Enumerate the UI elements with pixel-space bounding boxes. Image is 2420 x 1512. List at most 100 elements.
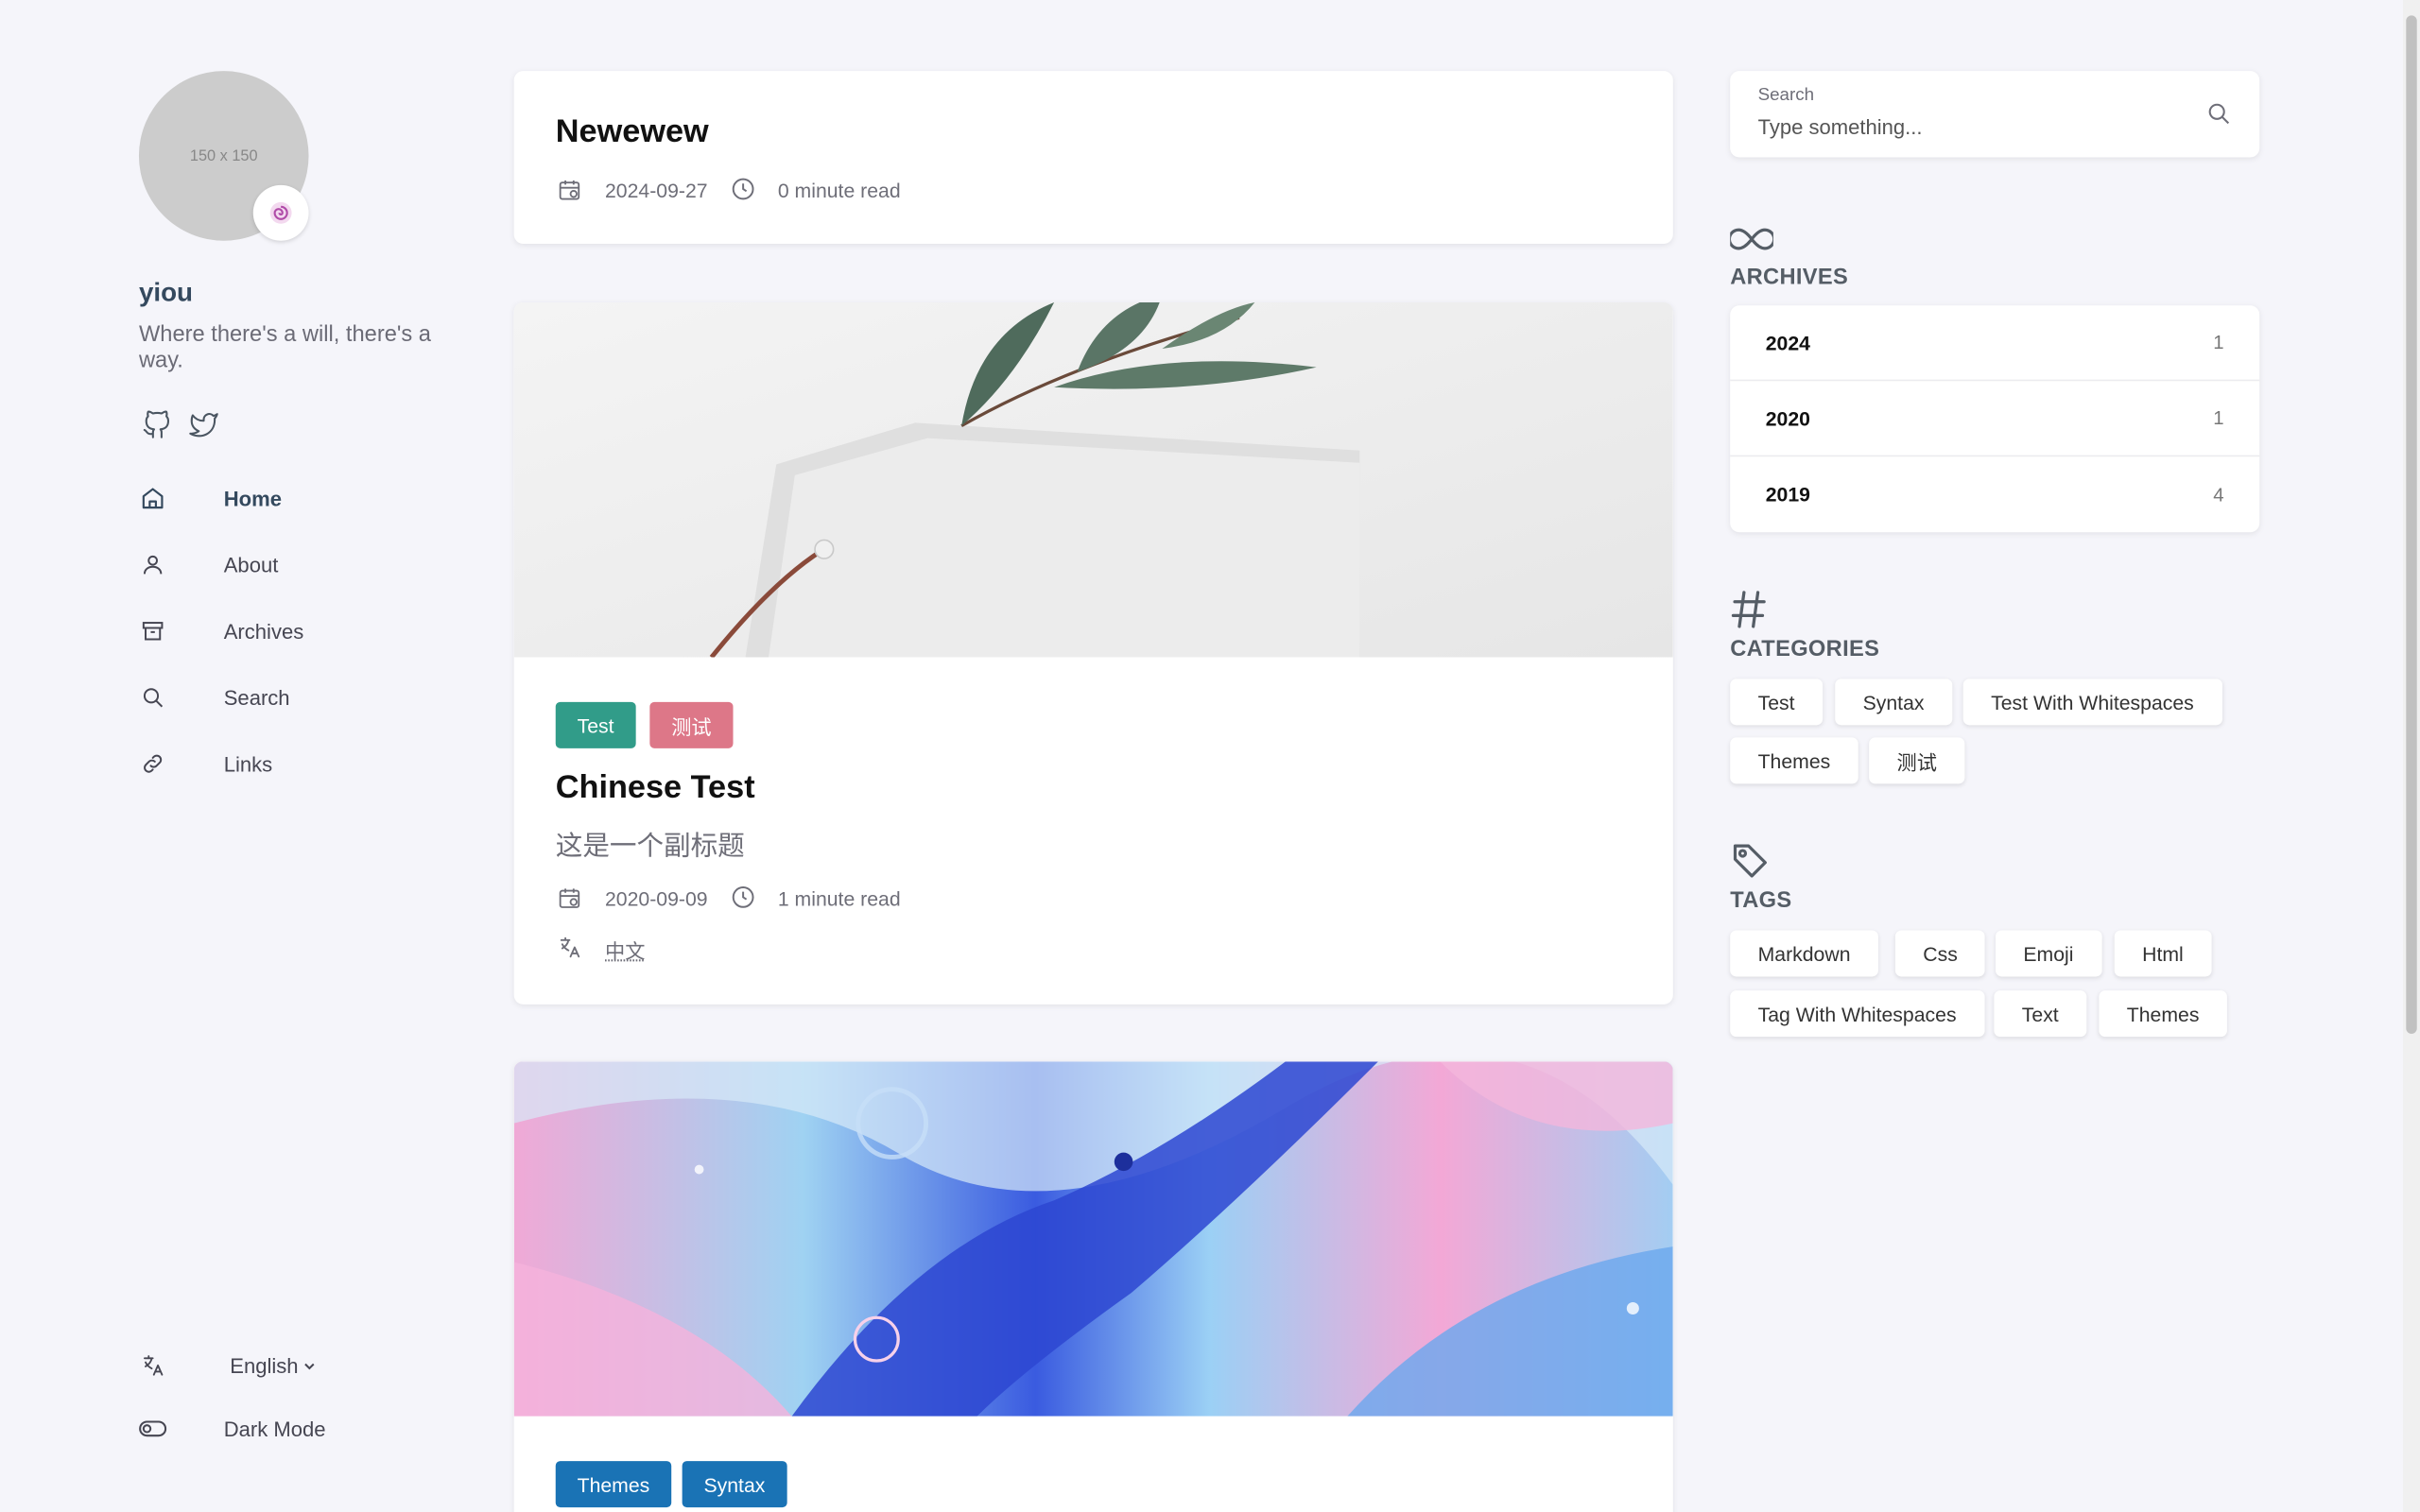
tag-chip[interactable]: Themes [2099,990,2227,1038]
category-chip[interactable]: Themes [1730,737,1858,784]
site-name[interactable]: yiou [139,278,193,309]
chip-label: Test With Whitespaces [1991,690,2194,714]
category-label: Syntax [703,1472,766,1496]
translate-icon [139,1351,166,1379]
archive-row-2019[interactable]: 2019 4 [1730,456,2259,532]
language-switcher[interactable]: English [139,1349,448,1383]
page: 150 x 150 yiou Where there's a will, the… [0,0,2420,1512]
dark-mode-toggle[interactable]: Dark Mode [139,1412,448,1446]
scrollbar[interactable] [2403,0,2420,1512]
post-date: 2020-09-09 [604,886,708,911]
clock-icon [729,883,756,910]
nav-item-links[interactable]: Links [139,746,448,782]
tag-chip[interactable]: Text [1994,990,2087,1038]
chip-label: Text [2021,1002,2059,1025]
language-label: English [230,1353,299,1378]
post-date: 2024-09-27 [604,179,708,202]
post-language-link[interactable]: 中文 [605,935,645,964]
post-cover-image[interactable] [513,1061,1673,1417]
hash-icon [1730,590,1773,629]
site-description: Where there's a will, there's a way. [138,322,431,373]
chip-label: Markdown [1757,941,1851,966]
user-icon [139,551,166,578]
chip-label: Test [1757,690,1795,714]
avatar-emoji-badge [252,184,309,241]
chip-label: Tag With Whitespaces [1757,1002,1957,1025]
tags-title: TAGS [1730,888,1792,914]
post-card[interactable]: Test 测试 Chinese Test 这是一个副标题 2020-09-09 … [513,301,1673,1005]
category-label: Themes [577,1472,650,1496]
tag-chip[interactable]: Tag With Whitespaces [1730,990,1984,1038]
chip-label: Emoji [2023,941,2074,966]
category-label: Test [577,713,614,737]
tag-chip[interactable]: Css [1894,930,1986,977]
category-badge[interactable]: Syntax [682,1461,787,1508]
search-label: Search [1757,86,1815,106]
chip-label: Syntax [1862,690,1925,714]
twitter-icon[interactable] [187,407,221,441]
nav-label: Search [223,685,290,710]
calendar-icon [556,176,583,203]
nav-item-search[interactable]: Search [139,679,448,715]
archive-row-2020[interactable]: 2020 1 [1730,381,2260,457]
nav-label: Archives [223,619,304,643]
tag-chip[interactable]: Emoji [1996,930,2101,977]
post-title[interactable]: Chinese Test [556,770,755,807]
category-badge[interactable]: Themes [555,1461,672,1508]
swirl-icon [269,201,292,224]
post-card[interactable]: Newewew 2024-09-27 0 minute read [513,71,1673,244]
search-icon [139,683,166,711]
categories-title: CATEGORIES [1730,637,1880,662]
archive-count: 4 [2213,483,2224,506]
archives-title: ARCHIVES [1730,265,1849,290]
category-chip[interactable]: 测试 [1869,737,1965,784]
chip-label: Themes [2126,1002,2200,1025]
post-card[interactable]: Themes Syntax [513,1061,1673,1512]
post-title[interactable]: Newewew [556,114,709,151]
search-box[interactable]: Search [1730,71,2260,158]
category-chip[interactable]: Test [1730,679,1823,726]
toggle-icon [139,1415,167,1442]
category-chip[interactable]: Test With Whitespaces [1962,679,2222,726]
archive-year: 2020 [1765,406,1810,430]
post-cover-image[interactable] [513,301,1673,658]
avatar-placeholder-text: 150 x 150 [189,146,258,164]
archive-year: 2024 [1765,331,1810,354]
github-icon[interactable] [139,407,173,441]
translate-icon [556,934,583,961]
search-input[interactable] [1757,111,2190,143]
tag-icon [1730,841,1773,881]
archive-icon [139,617,166,644]
nav-label: About [223,553,279,576]
chip-label: 测试 [1896,750,1938,774]
search-icon[interactable] [2203,97,2234,129]
nav-label: Home [223,487,282,510]
tag-chip[interactable]: Markdown [1730,930,1878,977]
nav-item-archives[interactable]: Archives [139,612,448,649]
archive-count: 1 [2213,332,2224,353]
archive-row-2024[interactable]: 2024 1 [1730,305,2260,382]
archive-count: 1 [2213,407,2224,429]
category-badge[interactable]: 测试 [649,701,734,748]
category-chip[interactable]: Syntax [1835,679,1952,726]
category-badge[interactable]: Test [555,701,636,748]
chevron-down-icon [304,1362,315,1369]
chip-label: Themes [1757,748,1831,773]
scrollbar-thumb[interactable] [2406,15,2417,1034]
post-read-time: 0 minute read [777,179,901,202]
dark-mode-label: Dark Mode [223,1417,326,1441]
chip-label: Html [2142,941,2184,966]
link-icon [139,749,166,777]
tag-chip[interactable]: Html [2114,930,2212,977]
archive-year: 2019 [1765,483,1810,507]
category-label: 测试 [671,714,712,739]
nav-item-about[interactable]: About [139,546,448,583]
calendar-icon [556,885,583,912]
post-read-time: 1 minute read [777,886,901,911]
home-icon [139,485,166,512]
infinity-icon [1730,219,1773,259]
clock-icon [729,174,756,201]
chip-label: Css [1923,941,1958,966]
nav-item-home[interactable]: Home [139,480,448,517]
nav-label: Links [223,751,273,776]
